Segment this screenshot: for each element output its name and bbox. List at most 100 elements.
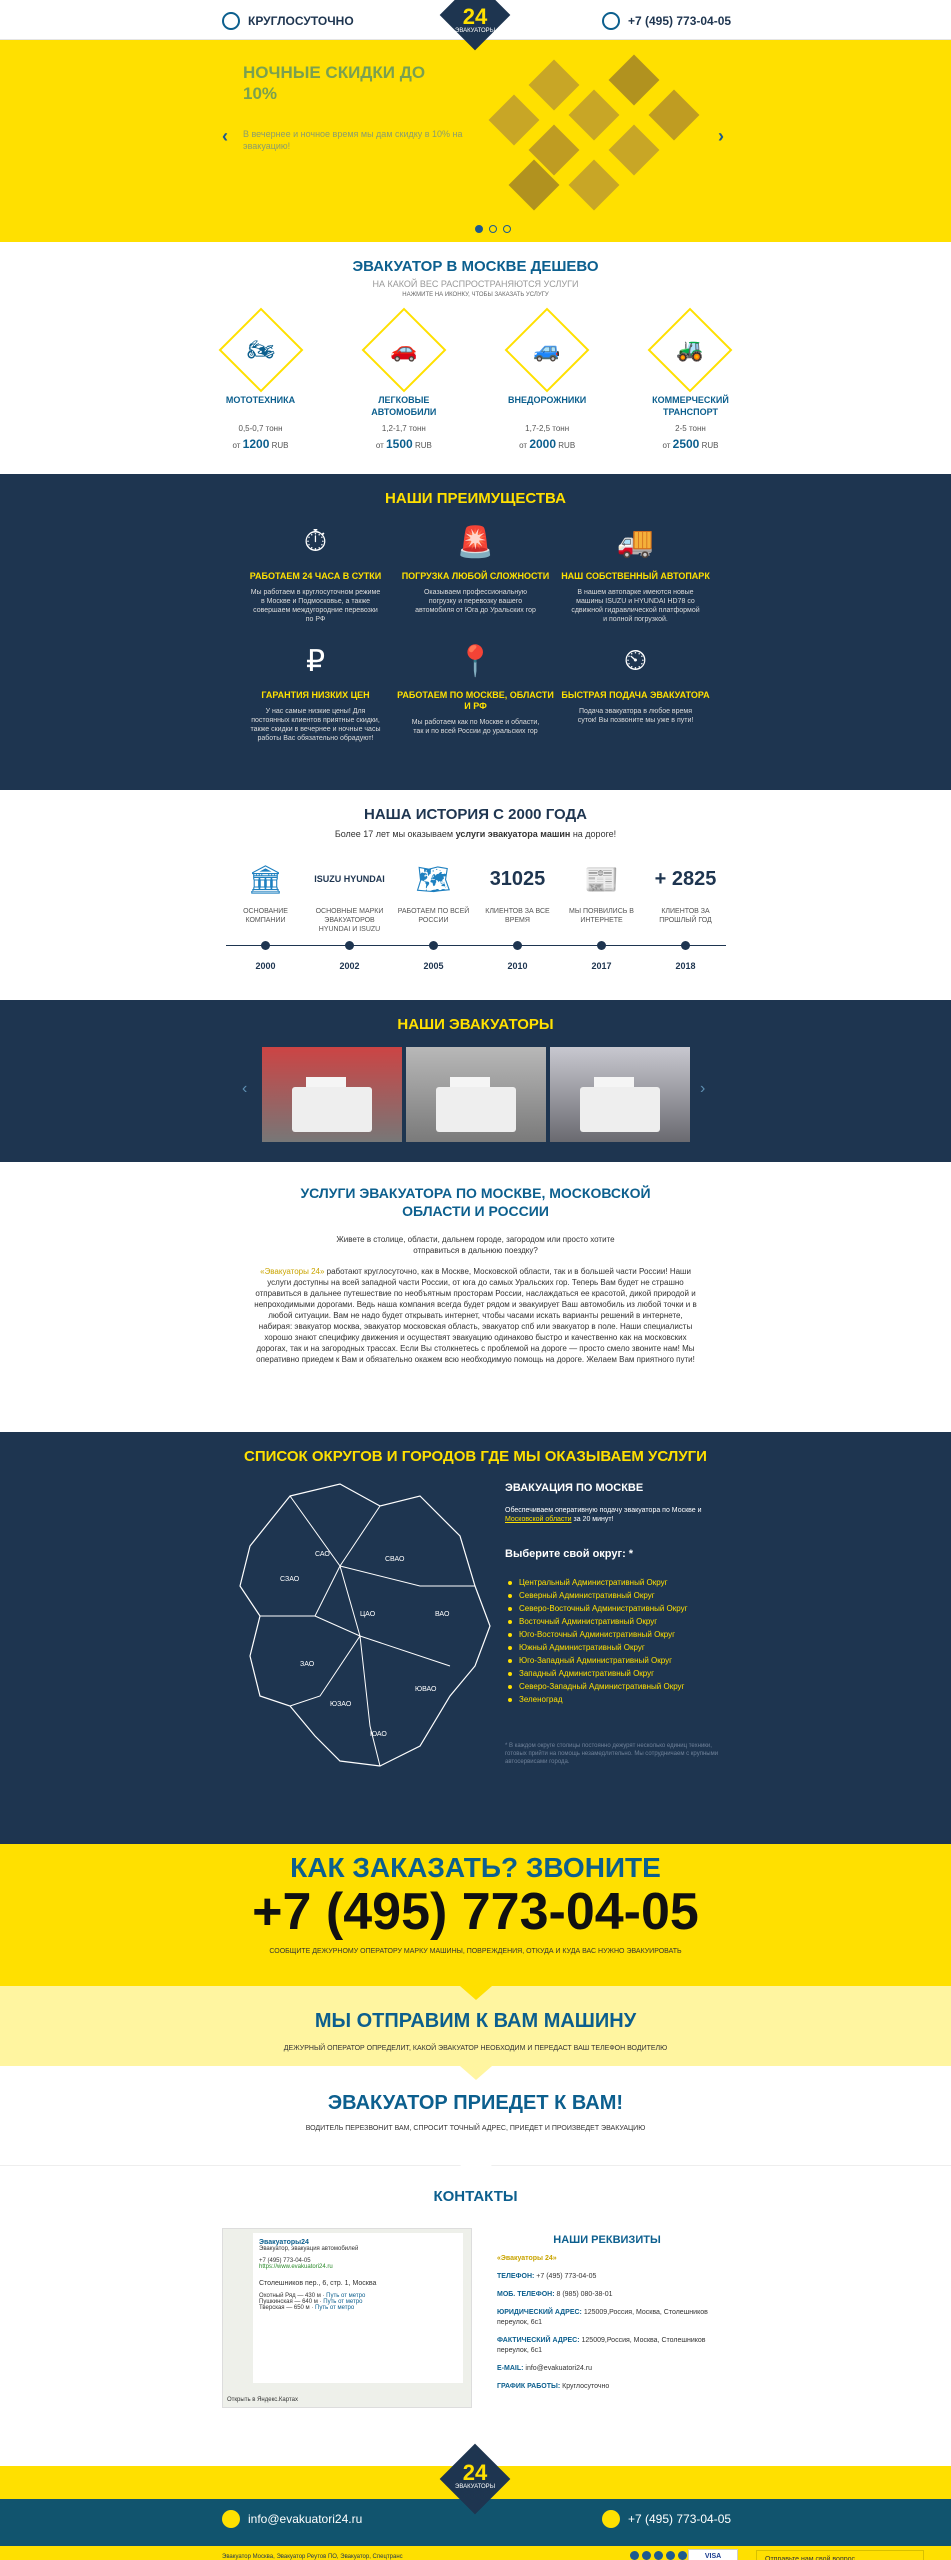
advantage-text: У нас самые низкие цены! Для постоянных … [250,708,381,742]
district-list-item[interactable]: Северо-Восточный Административный Округ [505,1602,725,1615]
slider-next-button[interactable]: › [718,126,724,147]
phone-icon [602,2510,620,2528]
map-district-label[interactable]: САО [315,1551,330,1558]
promo-slider: ‹ НОЧНЫЕ СКИДКИ ДО 10% В вечернее и ночн… [0,40,951,242]
district-list-item[interactable]: Западный Административный Округ [505,1667,725,1680]
map-district-label[interactable]: ЦАО [360,1611,376,1618]
map-district-label[interactable]: СЗАО [280,1576,300,1583]
category-name: ЛЕГКОВЫЕ АВТОМОБИЛИ [371,395,437,417]
gallery-prev-button[interactable]: ‹ [242,1080,247,1098]
truck-gallery [0,1047,951,1142]
map-district-label[interactable]: ЮВАО [415,1686,437,1693]
arrive-caption: ВОДИТЕЛЬ ПЕРЕЗВОНИТ ВАМ, СПРОСИТ ТОЧНЫЙ … [305,2125,646,2132]
advantage-text: Оказываем профессиональную погрузку и пе… [415,589,536,614]
advantage-item: ⏱ РАБОТАЕМ 24 ЧАСА В СУТКИ Мы работаем в… [236,525,396,624]
category-price: от 2500 RUB [662,437,719,451]
vehicle-category[interactable]: 🚙 ВНЕДОРОЖНИКИ 1,7-2,5 тонн от 2000 RUB [492,307,602,451]
section-title: ЭВАКУАТОР В МОСКВЕ ДЕШЕВО [352,258,599,275]
yandex-map[interactable]: Эвакуаторы24 Эвакуатор, эвакуация автомо… [222,2228,472,2408]
district-list-item[interactable]: Северный Административный Округ [505,1589,725,1602]
gallery-next-button[interactable]: › [700,1080,705,1098]
truck-photo[interactable] [405,1047,546,1142]
social-icon[interactable] [630,2551,639,2560]
requisite-row: ТЕЛЕФОН: +7 (495) 773-04-05 [497,2273,597,2280]
order-call-section: КАК ЗАКАЗАТЬ? ЗВОНИТЕ +7 (495) 773-04-05… [0,1844,951,2000]
slider-prev-button[interactable]: ‹ [222,126,228,147]
district-list-item[interactable]: Южный Административный Округ [505,1641,725,1654]
company-link[interactable]: «Эвакуаторы 24» [260,1267,324,1276]
footer-logo[interactable]: 24 ЭВАКУАТОРЫ [439,2443,511,2516]
map-district-label[interactable]: ЮАО [370,1731,387,1738]
social-icon[interactable] [678,2551,687,2560]
map-district-label[interactable]: СВАО [385,1556,405,1563]
choose-district-label: Выберите свой округ: * [505,1548,634,1560]
district-list-item[interactable]: Северо-Западный Административный Округ [505,1680,725,1693]
footer-email[interactable]: info@evakuatori24.ru [222,2510,362,2528]
site-logo[interactable]: 24 ЭВАКУАТОРЫ [439,0,511,62]
call-caption: СООБЩИТЕ ДЕЖУРНОМУ ОПЕРАТОРУ МАРКУ МАШИН… [269,1948,682,1955]
slider-dot[interactable] [503,225,511,233]
timeline-year: 2002 [310,939,390,974]
district-list-item[interactable]: Юго-Западный Административный Округ [505,1654,725,1667]
slider-dot[interactable] [475,225,483,233]
district-list-item[interactable]: Юго-Восточный Административный Округ [505,1628,725,1641]
footer-phone[interactable]: +7 (495) 773-04-05 [602,2510,731,2528]
districts-section: СПИСОК ОКРУГОВ И ГОРОДОВ ГДЕ МЫ ОКАЗЫВАЕ… [0,1432,951,1844]
moscow-region-link[interactable]: Московской области [505,1516,572,1523]
clock-icon: ⏱ [303,525,328,558]
category-price: от 1200 RUB [232,437,289,451]
advantage-item: ⏲ БЫСТРАЯ ПОДАЧА ЭВАКУАТОРА Подача эваку… [556,644,716,743]
advantage-text: В нашем автопарке имеются новые машины I… [571,589,700,623]
map-district-label[interactable]: ЮЗАО [330,1701,352,1708]
advantage-item: ₽ ГАРАНТИЯ НИЗКИХ ЦЕН У нас самые низкие… [236,644,396,743]
district-list-item[interactable]: Зеленоград [505,1693,725,1706]
logo-number: 24 [462,4,488,29]
send-caption: ДЕЖУРНЫЙ ОПЕРАТОР ОПРЕДЕЛИТ, КАКОЙ ЭВАКУ… [283,2045,668,2052]
chat-widget[interactable]: Отправьте нам свой вопрос [756,2550,924,2560]
big-phone-number[interactable]: +7 (495) 773-04-05 [0,1884,951,1940]
contacts-section: КОНТАКТЫ Эвакуаторы24 Эвакуатор, эвакуац… [0,2166,951,2466]
services-intro: Живете в столице, области, дальнем город… [336,1235,615,1255]
category-name: ВНЕДОРОЖНИКИ [508,395,587,405]
map-site-link[interactable]: https://www.evakuatori24.ru [259,2264,457,2270]
advantage-title: РАБОТАЕМ ПО МОСКВЕ, ОБЛАСТИ И РФ [397,690,554,711]
russia-map-icon: 🗺 [415,863,452,895]
social-icon[interactable] [642,2551,651,2560]
requisite-row: ФАКТИЧЕСКИЙ АДРЕС: 125009,Россия, Москва… [497,2337,706,2354]
social-icon[interactable] [666,2551,675,2560]
history-label: РАБОТАЕМ ПО ВСЕЙ РОССИИ [397,908,470,924]
footer-links[interactable]: Эвакуатор Москва, Эвакуатор Реутов ПО, Э… [222,2554,403,2560]
section-title: НАШИ ЭВАКУАТОРЫ [397,1016,554,1033]
clock-icon [222,12,240,30]
social-icons [630,2551,687,2560]
map-company-name[interactable]: Эвакуаторы24 [259,2239,309,2246]
services-section: УСЛУГИ ЭВАКУАТОРА ПО МОСКВЕ, МОСКОВСКОЙ … [0,1162,951,1432]
requisite-row: ГРАФИК РАБОТЫ: Круглосуточно [497,2383,610,2390]
truck-photo[interactable] [261,1047,402,1142]
section-title: СПИСОК ОКРУГОВ И ГОРОДОВ ГДЕ МЫ ОКАЗЫВАЕ… [244,1448,707,1465]
vehicle-category[interactable]: 🏍 МОТОТЕХНИКА 0,5-0,7 тонн от 1200 RUB [206,307,316,451]
district-list-item[interactable]: Центральный Административный Округ [505,1576,725,1589]
moscow-districts-map[interactable]: САО СВАО СЗАО ВАО ЦАО ЗАО ЮЗАО ЮВАО ЮАО [220,1466,500,1786]
pricing-section: ЭВАКУАТОР В МОСКВЕ ДЕШЕВО НА КАКОЙ ВЕС Р… [0,242,951,474]
map-district-label[interactable]: ЗАО [300,1661,315,1668]
district-list-item[interactable]: Восточный Административный Округ [505,1615,725,1628]
suv-icon: 🚙 [533,337,561,362]
history-item: 📰 МЫ ПОЯВИЛИСЬ В ИНТЕРНЕТЕ [562,857,642,935]
category-price: от 2000 RUB [519,437,576,451]
map-district-label[interactable]: ВАО [435,1611,450,1618]
vehicle-category[interactable]: 🚜 КОММЕРЧЕСКИЙ ТРАНСПОРТ 2-5 тонн от 250… [635,307,745,451]
social-icon[interactable] [654,2551,663,2560]
category-name: КОММЕРЧЕСКИЙ ТРАНСПОРТ [652,395,729,417]
open-yandex-link[interactable]: Открыть в Яндекс.Картах [227,2397,298,2403]
truck-photo[interactable] [549,1047,690,1142]
history-section: НАША ИСТОРИЯ С 2000 ГОДА Более 17 лет мы… [0,790,951,1000]
site-footer: info@evakuatori24.ru 24 ЭВАКУАТОРЫ +7 (4… [0,2443,951,2546]
vehicle-category[interactable]: 🚗 ЛЕГКОВЫЕ АВТОМОБИЛИ 1,2-1,7 тонн от 15… [349,307,459,451]
slider-dot[interactable] [489,225,497,233]
category-price: от 1500 RUB [375,437,432,451]
section-title: НАША ИСТОРИЯ С 2000 ГОДА [363,806,587,823]
route-link[interactable]: Путь от метро [315,2305,354,2311]
history-item: ISUZU HYUNDAI ОСНОВНЫЕ МАРКИ ЭВАКУАТОРОВ … [310,857,390,935]
header-phone[interactable]: +7 (495) 773-04-05 [602,12,731,30]
